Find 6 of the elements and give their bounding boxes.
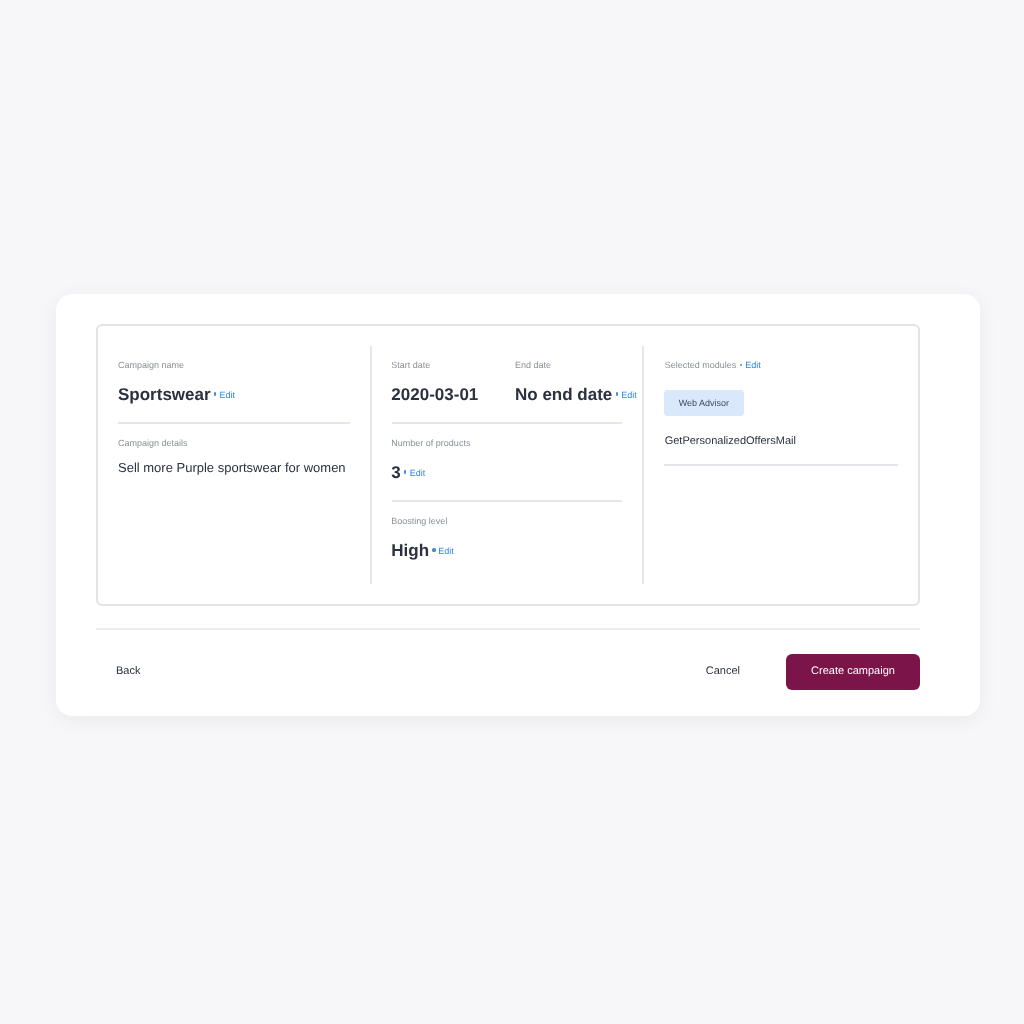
field-value: High <box>391 540 430 560</box>
field-value: Sportswear <box>118 384 211 404</box>
separator-dot <box>432 548 436 552</box>
field-value: No end date <box>515 384 613 404</box>
field-value: 3 <box>391 462 401 482</box>
field-value: 2020-03-01 <box>391 384 479 404</box>
